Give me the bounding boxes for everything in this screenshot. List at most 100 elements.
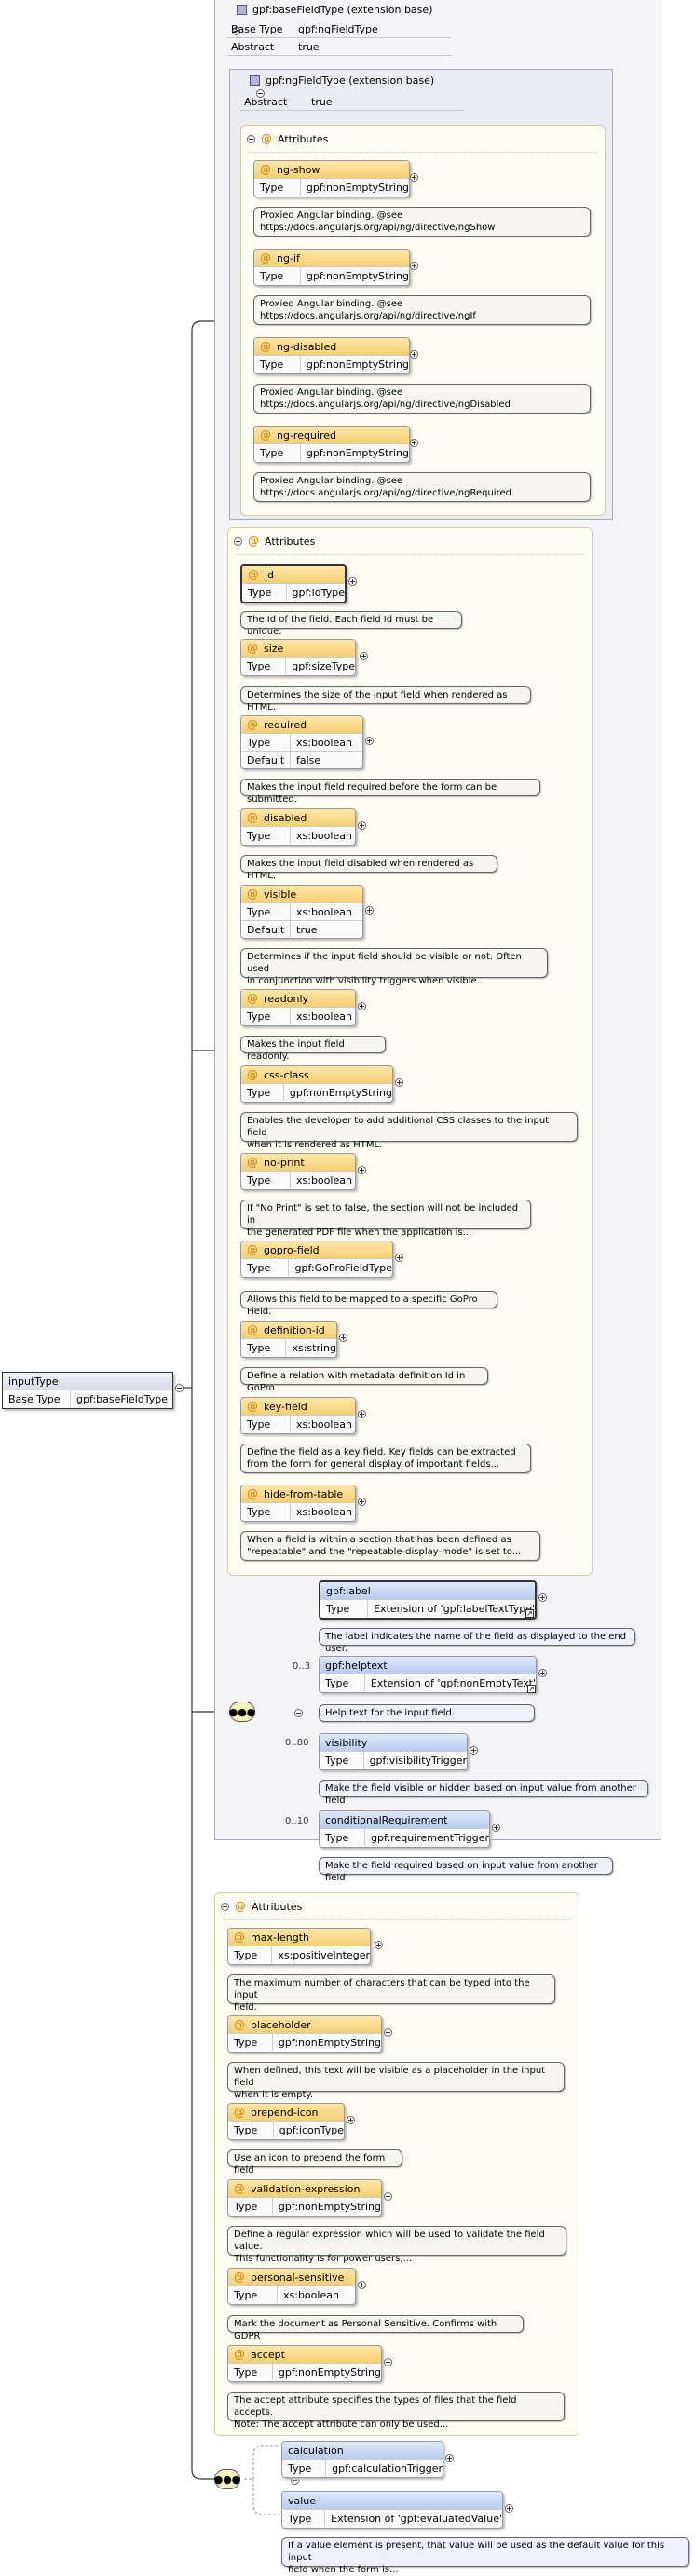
attribute-prop-value: gpf:GoProFieldType <box>294 1261 392 1274</box>
expand-toggle[interactable] <box>395 1254 403 1262</box>
doc-line: Define a regular expression which will b… <box>234 2230 545 2252</box>
attribute-prepend-icon[interactable]: @ prepend-icon Type gpf:iconType <box>227 2103 345 2140</box>
element-prop-value: gpf:visibilityTrigger <box>369 1754 467 1767</box>
attribute-ng-show[interactable]: @ ng-show Type gpf:nonEmptyString <box>253 160 410 197</box>
element-gpf-helptext[interactable]: gpf:helptext Type Extension of 'gpf:nonEm… <box>319 1656 537 1693</box>
attribute-at-icon: @ <box>234 2348 245 2361</box>
attribute-prop-key: Type <box>228 2034 273 2051</box>
attribute-doc: The Id of the field. Each field Id must … <box>240 611 462 637</box>
attribute-prop-key: Type <box>241 827 291 844</box>
expand-toggle[interactable] <box>384 2192 392 2201</box>
prop-value: gpf:ngFieldType <box>298 22 378 35</box>
attribute-prop-key: Default <box>241 921 291 938</box>
attribute-doc: When a field is within a section that ha… <box>240 1531 540 1561</box>
attribute-definition-id[interactable]: @ definition-id Type xs:string <box>240 1321 337 1358</box>
expand-toggle[interactable] <box>365 737 374 745</box>
expand-toggle[interactable] <box>347 2116 355 2124</box>
attribute-key-field[interactable]: @ key-field Type xs:boolean <box>240 1397 356 1434</box>
sequence-compositor-icon[interactable]: ●●● <box>214 2469 240 2489</box>
attribute-no-print[interactable]: @ no-print Type xs:boolean <box>240 1153 356 1190</box>
element-conditional-requirement[interactable]: conditionalRequirement Type gpf:requireme… <box>319 1810 490 1848</box>
expand-toggle[interactable] <box>384 2358 392 2366</box>
expand-toggle[interactable] <box>360 652 368 660</box>
attribute-prop-value: gpf:nonEmptyString <box>306 446 409 459</box>
ng-attributes-collapse-toggle[interactable] <box>247 134 255 143</box>
attribute-placeholder[interactable]: @ placeholder Type gpf:nonEmptyString <box>227 2015 382 2053</box>
attribute-prop-key: Type <box>241 1416 291 1432</box>
doc-line: Use an icon to prepend the form field <box>234 2153 386 2176</box>
root-element-inputType[interactable]: inputType Base Type gpf:baseFieldType <box>2 1372 173 1409</box>
sequence-compositor-icon[interactable]: ●●● <box>229 1702 255 1722</box>
expand-toggle[interactable] <box>410 350 418 359</box>
expand-toggle[interactable] <box>358 821 366 830</box>
expand-toggle[interactable] <box>470 1746 478 1755</box>
expand-toggle[interactable] <box>492 1824 500 1832</box>
attribute-max-length[interactable]: @ max-length Type xs:positiveInteger <box>227 1928 371 1965</box>
attribute-name: prepend-icon <box>251 2106 319 2119</box>
expand-toggle[interactable] <box>410 262 418 270</box>
expand-toggle[interactable] <box>410 439 418 447</box>
attribute-required[interactable]: @ required Type xs:boolean Default false <box>240 715 363 769</box>
attribute-ng-if[interactable]: @ ng-if Type gpf:nonEmptyString <box>253 249 410 286</box>
element-prop-value: Extension of 'gpf:evaluatedValue' <box>331 2512 502 2525</box>
sequence-collapse-toggle[interactable] <box>293 1709 303 1717</box>
attribute-ng-disabled[interactable]: @ ng-disabled Type gpf:nonEmptyString <box>253 337 410 374</box>
attribute-personal-sensitive[interactable]: @ personal-sensitive Type xs:boolean <box>227 2268 356 2305</box>
root-collapse-toggle[interactable] <box>175 1384 184 1392</box>
expand-toggle[interactable] <box>384 2028 392 2037</box>
attribute-name: no-print <box>264 1156 305 1169</box>
element-calculation[interactable]: calculation Type gpf:calculationTrigger <box>281 2441 443 2478</box>
expand-toggle[interactable] <box>358 1498 366 1506</box>
expand-toggle[interactable] <box>410 173 418 182</box>
doc-line: Determines if the input field should be … <box>247 952 522 974</box>
attribute-doc: Makes the input field disabled when rend… <box>240 855 497 881</box>
attribute-css-class[interactable]: @ css-class Type gpf:nonEmptyString <box>240 1065 393 1103</box>
expand-toggle[interactable] <box>538 1669 547 1677</box>
doc-line: Make the field required based on input v… <box>325 1861 598 1883</box>
expand-toggle[interactable] <box>445 2454 454 2462</box>
expand-toggle[interactable] <box>538 1593 547 1602</box>
type-reference-icon[interactable]: ↗ <box>525 1609 534 1618</box>
doc-line: Define the field as a key field. Key fie… <box>247 1447 516 1457</box>
attribute-readonly[interactable]: @ readonly Type xs:boolean <box>240 989 356 1026</box>
type-reference-icon[interactable]: ↗ <box>527 1685 536 1693</box>
attribute-at-icon: @ <box>248 535 259 548</box>
ng-field-type-props: Abstract true <box>240 93 464 111</box>
expand-toggle[interactable] <box>505 2504 513 2513</box>
prop-key: Base Type <box>231 22 283 35</box>
expand-toggle[interactable] <box>348 577 357 586</box>
attribute-ng-required[interactable]: @ ng-required Type gpf:nonEmptyString <box>253 426 410 463</box>
base-attributes-collapse-toggle[interactable] <box>234 536 242 546</box>
expand-toggle[interactable] <box>358 1002 366 1010</box>
expand-toggle[interactable] <box>375 1941 383 1949</box>
expand-toggle[interactable] <box>358 1166 366 1174</box>
element-name: calculation <box>282 2442 443 2459</box>
attribute-prop-value: xs:boolean <box>296 1417 352 1430</box>
doc-line: The maximum number of characters that ca… <box>234 1978 530 2000</box>
attribute-size[interactable]: @ size Type gpf:sizeType <box>240 639 356 676</box>
attribute-at-icon: @ <box>234 1931 245 1944</box>
expand-toggle[interactable] <box>365 906 374 915</box>
attribute-prop-key: Type <box>242 584 287 601</box>
element-doc: The label indicates the name of the fiel… <box>319 1628 635 1654</box>
attribute-visible[interactable]: @ visible Type xs:boolean Default true <box>240 885 363 939</box>
attribute-prop-value: xs:boolean <box>296 736 352 749</box>
element-value[interactable]: value Type Extension of 'gpf:evaluatedVal… <box>281 2491 503 2529</box>
element-visibility[interactable]: visibility Type gpf:visibilityTrigger <box>319 1733 468 1770</box>
attribute-at-icon: @ <box>247 642 258 655</box>
attribute-prop-value: gpf:nonEmptyString <box>278 2036 381 2049</box>
expand-toggle[interactable] <box>339 1334 348 1342</box>
attribute-hide-from-table[interactable]: @ hide-from-table Type xs:boolean <box>240 1485 356 1522</box>
attribute-validation-expression[interactable]: @ validation-expression Type gpf:nonEmptyS… <box>227 2179 382 2217</box>
attribute-id[interactable]: @ id Type gpf:idType <box>240 564 347 603</box>
attribute-accept[interactable]: @ accept Type gpf:nonEmptyString <box>227 2345 382 2382</box>
attribute-prop-key: Type <box>241 1259 290 1276</box>
attribute-gopro-field[interactable]: @ gopro-field Type gpf:GoProFieldType <box>240 1241 393 1278</box>
input-attributes-collapse-toggle[interactable] <box>221 1902 229 1911</box>
attribute-name: ng-disabled <box>277 340 337 353</box>
attribute-disabled[interactable]: @ disabled Type xs:boolean <box>240 808 356 846</box>
element-gpf-label[interactable]: gpf:label Type Extension of 'gpf:labelTex… <box>319 1580 537 1620</box>
expand-toggle[interactable] <box>358 1410 366 1418</box>
expand-toggle[interactable] <box>395 1078 403 1087</box>
expand-toggle[interactable] <box>358 2281 366 2289</box>
